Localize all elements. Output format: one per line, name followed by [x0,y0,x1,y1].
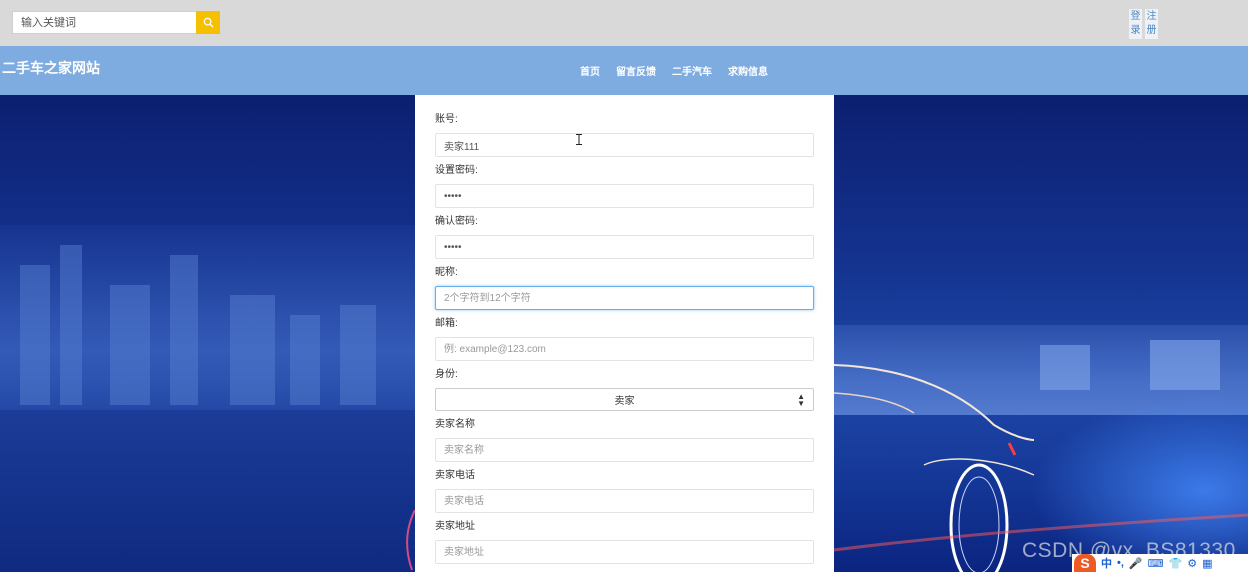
confirm-password-input[interactable] [435,235,814,259]
seller-phone-label: 卖家电话 [435,470,475,481]
password-input[interactable] [435,184,814,208]
email-field-group: 邮箱: [435,317,814,361]
nickname-input[interactable] [435,286,814,310]
account-label: 账号: [435,114,458,125]
seller-phone-input[interactable] [435,489,814,513]
seller-name-field-group: 卖家名称 [435,418,814,462]
nav-item-wanted[interactable]: 求购信息 [728,63,768,78]
seller-name-input[interactable] [435,438,814,462]
ime-toolbox-icon[interactable]: ▦ [1202,557,1212,570]
building [290,315,320,405]
seller-address-field-group: 卖家地址 [435,520,814,564]
nav-item-used-cars[interactable]: 二手汽车 [672,63,712,78]
text-cursor-icon [576,134,582,145]
password-label: 设置密码: [435,165,478,176]
road [0,410,420,572]
ime-microphone-icon[interactable]: 🎤 [1129,557,1143,570]
nav-menu: 首页 留言反馈 二手汽车 求购信息 [580,63,768,78]
building [230,295,275,405]
building [170,255,198,405]
search-icon [203,17,214,28]
confirm-password-label: 确认密码: [435,216,478,227]
registration-form: 账号: 设置密码: 确认密码: 昵称: 邮箱: 身份: 卖家 ▲▼ 卖家名称 卖… [415,95,834,572]
ime-skin-icon[interactable]: 👕 [1169,557,1183,570]
email-input[interactable] [435,337,814,361]
identity-label: 身份: [435,369,458,380]
nav-bar: 二手车之家网站 首页 留言反馈 二手汽车 求购信息 [0,46,1248,95]
ime-settings-icon[interactable]: ⚙ [1187,557,1197,570]
search-box [12,11,220,34]
register-link[interactable]: 注册 [1145,9,1158,39]
car-outline [834,364,1248,572]
nav-item-home[interactable]: 首页 [580,63,600,78]
login-link[interactable]: 登录 [1129,9,1142,39]
site-title[interactable]: 二手车之家网站 [2,58,100,78]
identity-select[interactable]: 卖家 ▲ ▼ [435,388,814,411]
building [340,305,376,405]
seller-address-input[interactable] [435,540,814,564]
select-arrows-icon: ▲ ▼ [797,392,805,408]
building [20,265,50,405]
nickname-label: 昵称: [435,267,458,278]
seller-name-label: 卖家名称 [435,419,475,430]
top-bar: 登录 注册 [0,0,1248,46]
account-field-group: 账号: [435,113,814,157]
password-field-group: 设置密码: [435,164,814,208]
building [60,245,82,405]
ime-logo-icon[interactable]: S [1074,554,1096,572]
seller-phone-field-group: 卖家电话 [435,469,814,513]
ime-keyboard-icon[interactable]: ⌨ [1148,557,1164,570]
auth-links: 登录 注册 [1129,9,1158,39]
search-input[interactable] [12,11,196,34]
nickname-field-group: 昵称: [435,266,814,310]
search-button[interactable] [196,11,220,34]
identity-field-group: 身份: 卖家 ▲ ▼ [435,368,814,411]
ime-punctuation-icon[interactable]: •, [1117,557,1124,569]
building [110,285,150,405]
email-label: 邮箱: [435,318,458,329]
nav-item-feedback[interactable]: 留言反馈 [616,63,656,78]
confirm-password-field-group: 确认密码: [435,215,814,259]
account-input[interactable] [435,133,814,157]
ime-toolbar: S 中 •, 🎤 ⌨ 👕 ⚙ ▦ [1072,554,1248,572]
ime-mode-toggle[interactable]: 中 [1101,555,1112,571]
identity-selected-value: 卖家 [614,396,635,407]
seller-address-label: 卖家地址 [435,521,475,532]
